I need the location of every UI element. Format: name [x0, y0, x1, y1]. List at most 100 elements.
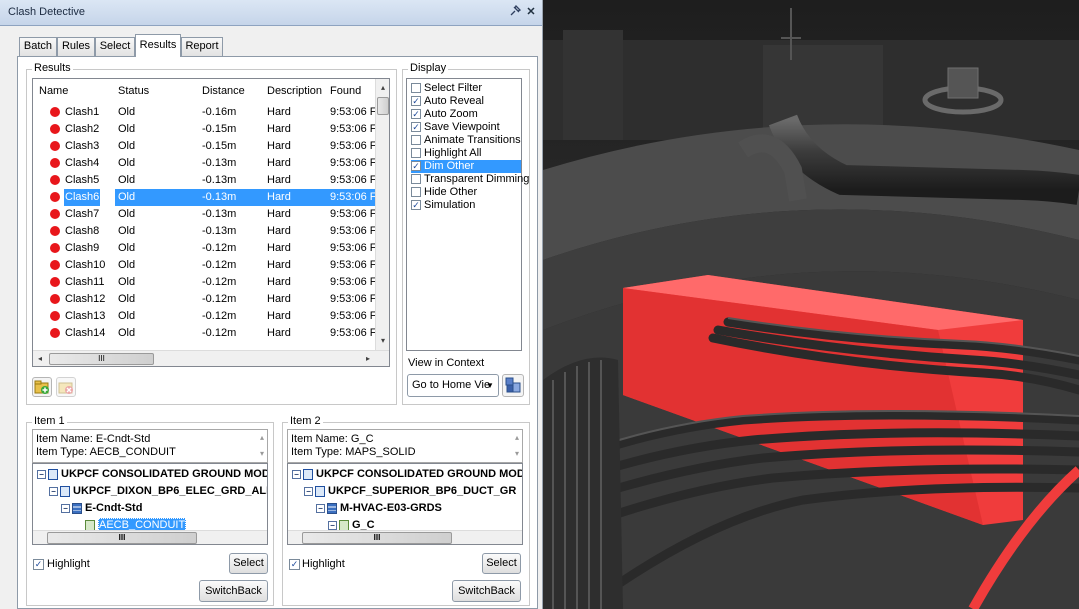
table-row[interactable]: Clash12 Old -0.12m Hard 9:53:06 F	[33, 291, 375, 308]
display-option-checkbox[interactable]: ✓	[411, 161, 421, 171]
item2-tree-node[interactable]: − UKPCF CONSOLIDATED GROUND MOD	[292, 466, 522, 482]
column-header-distance[interactable]: Distance	[202, 79, 245, 103]
collapse-icon[interactable]: −	[292, 469, 301, 479]
item1-info-scroll-down-icon[interactable]: ▾	[257, 449, 267, 458]
collapse-icon[interactable]: −	[49, 486, 58, 496]
table-row[interactable]: Clash14 Old -0.12m Hard 9:53:06 F	[33, 325, 375, 342]
item2-switchback-button[interactable]: SwitchBack	[452, 580, 521, 602]
display-option[interactable]: ✓ Auto Zoom	[411, 108, 521, 121]
collapse-icon[interactable]: −	[304, 486, 313, 496]
table-row[interactable]: Clash7 Old -0.13m Hard 9:53:06 F	[33, 206, 375, 223]
layer-icon	[72, 502, 82, 514]
display-option-checkbox[interactable]	[411, 83, 421, 93]
item2-info-scroll-up-icon[interactable]: ▴	[512, 433, 522, 442]
display-option-checkbox[interactable]: ✓	[411, 109, 421, 119]
table-row[interactable]: Clash2 Old -0.15m Hard 9:53:06 F	[33, 121, 375, 138]
item1-select-button[interactable]: Select	[229, 553, 268, 574]
column-header-name[interactable]: Name	[39, 79, 68, 103]
view-in-context-dropdown[interactable]: Go to Home Vie ▼	[407, 374, 499, 397]
item2-tree-scroll-thumb[interactable]: III	[302, 532, 452, 544]
item2-tree-label: M-HVAC-E03-GRDS	[340, 502, 442, 514]
column-header-found[interactable]: Found	[330, 79, 361, 103]
display-option-checkbox[interactable]	[411, 148, 421, 158]
close-icon[interactable]: ✕	[524, 5, 538, 19]
collapse-icon[interactable]: −	[61, 503, 70, 513]
clash-status: Old	[118, 157, 136, 169]
panel-titlebar[interactable]: Clash Detective ✕	[0, 0, 542, 26]
table-row[interactable]: Clash11 Old -0.12m Hard 9:53:06 F	[33, 274, 375, 291]
display-option[interactable]: Highlight All	[411, 147, 521, 160]
item1-highlight-checkbox[interactable]: ✓	[33, 559, 44, 570]
display-option-checkbox[interactable]: ✓	[411, 122, 421, 132]
item2-tree-node[interactable]: − UKPCF_SUPERIOR_BP6_DUCT_GR	[304, 483, 516, 499]
scroll-right-icon[interactable]: ▸	[363, 354, 373, 363]
results-vertical-scrollbar[interactable]: ▴ ▾	[375, 79, 389, 350]
display-option[interactable]: Hide Other	[411, 186, 521, 199]
column-header-description[interactable]: Description	[267, 79, 322, 103]
table-row[interactable]: Clash6 Old -0.13m Hard 9:53:06 F	[33, 189, 375, 206]
table-row[interactable]: Clash8 Old -0.13m Hard 9:53:06 F	[33, 223, 375, 240]
clash-status: Old	[118, 123, 136, 135]
display-option[interactable]: Animate Transitions	[411, 134, 521, 147]
table-row[interactable]: Clash13 Old -0.12m Hard 9:53:06 F	[33, 308, 375, 325]
results-horizontal-scrollbar[interactable]: ◂ III ▸	[33, 350, 389, 366]
item2-info-scroll-down-icon[interactable]: ▾	[512, 449, 522, 458]
display-option-checkbox[interactable]	[411, 174, 421, 184]
item1-tree-node[interactable]: − UKPCF_DIXON_BP6_ELEC_GRD_ALL.I	[49, 483, 267, 499]
display-option[interactable]: Select Filter	[411, 82, 521, 95]
item1-info-scroll-up-icon[interactable]: ▴	[257, 433, 267, 442]
display-option-checkbox[interactable]: ✓	[411, 200, 421, 210]
display-option-checkbox[interactable]: ✓	[411, 96, 421, 106]
3d-viewport[interactable]	[543, 0, 1079, 609]
display-option-checkbox[interactable]	[411, 135, 421, 145]
viewpoint-icon	[505, 377, 521, 393]
item1-highlight-label: Highlight	[47, 558, 90, 570]
clash-distance: -0.15m	[202, 123, 237, 135]
scroll-left-icon[interactable]: ◂	[35, 354, 45, 363]
item2-type: Item Type: MAPS_SOLID	[291, 446, 416, 458]
item2-tree-horizontal-scrollbar[interactable]: III	[288, 530, 522, 544]
viewpoint-button[interactable]	[502, 374, 524, 397]
table-row[interactable]: Clash1 Old -0.16m Hard 9:53:06 F	[33, 104, 375, 121]
display-group-label: Display	[408, 62, 449, 74]
column-header-status[interactable]: Status	[118, 79, 149, 103]
remove-group-button[interactable]	[56, 377, 76, 397]
item1-tree-horizontal-scrollbar[interactable]: III	[33, 530, 267, 544]
table-row[interactable]: Clash4 Old -0.13m Hard 9:53:06 F	[33, 155, 375, 172]
item1-tree-scroll-thumb[interactable]: III	[47, 532, 197, 544]
collapse-icon[interactable]: −	[328, 520, 337, 530]
tab-rules[interactable]: Rules	[57, 37, 95, 56]
tab-report[interactable]: Report	[181, 37, 223, 56]
display-option[interactable]: ✓ Simulation	[411, 199, 521, 212]
display-option-checkbox[interactable]	[411, 187, 421, 197]
display-option[interactable]: ✓ Save Viewpoint	[411, 121, 521, 134]
display-option[interactable]: ✓ Auto Reveal	[411, 95, 521, 108]
pin-icon[interactable]	[508, 4, 522, 19]
display-option[interactable]: Transparent Dimming	[411, 173, 529, 186]
scroll-up-icon[interactable]: ▴	[376, 83, 389, 92]
item2-highlight-checkbox[interactable]: ✓	[289, 559, 300, 570]
tab-batch[interactable]: Batch	[19, 37, 57, 56]
display-option[interactable]: ✓ Dim Other	[411, 160, 521, 173]
add-group-button[interactable]	[32, 377, 52, 397]
results-horizontal-thumb[interactable]: III	[49, 353, 154, 365]
clash-name: Clash12	[65, 293, 106, 305]
tab-results[interactable]: Results	[135, 34, 181, 57]
results-vertical-thumb[interactable]	[377, 97, 389, 115]
table-row[interactable]: Clash5 Old -0.13m Hard 9:53:06 F	[33, 172, 375, 189]
tab-select[interactable]: Select	[95, 37, 135, 56]
collapse-icon[interactable]: −	[316, 503, 325, 513]
item2-highlight-label: Highlight	[302, 558, 345, 570]
clash-distance: -0.12m	[202, 259, 237, 271]
item2-select-button[interactable]: Select	[482, 553, 521, 574]
collapse-icon[interactable]: −	[37, 469, 46, 479]
item2-tree-node[interactable]: − M-HVAC-E03-GRDS	[316, 500, 442, 516]
item1-tree-node[interactable]: − E-Cndt-Std	[61, 500, 142, 516]
table-row[interactable]: Clash10 Old -0.12m Hard 9:53:06 F	[33, 257, 375, 274]
scroll-down-icon[interactable]: ▾	[376, 336, 389, 345]
item1-tree-node[interactable]: − UKPCF CONSOLIDATED GROUND MODEL	[37, 466, 267, 482]
clash-status: Old	[118, 140, 136, 152]
item1-switchback-button[interactable]: SwitchBack	[199, 580, 268, 602]
table-row[interactable]: Clash9 Old -0.12m Hard 9:53:06 F	[33, 240, 375, 257]
table-row[interactable]: Clash3 Old -0.15m Hard 9:53:06 F	[33, 138, 375, 155]
